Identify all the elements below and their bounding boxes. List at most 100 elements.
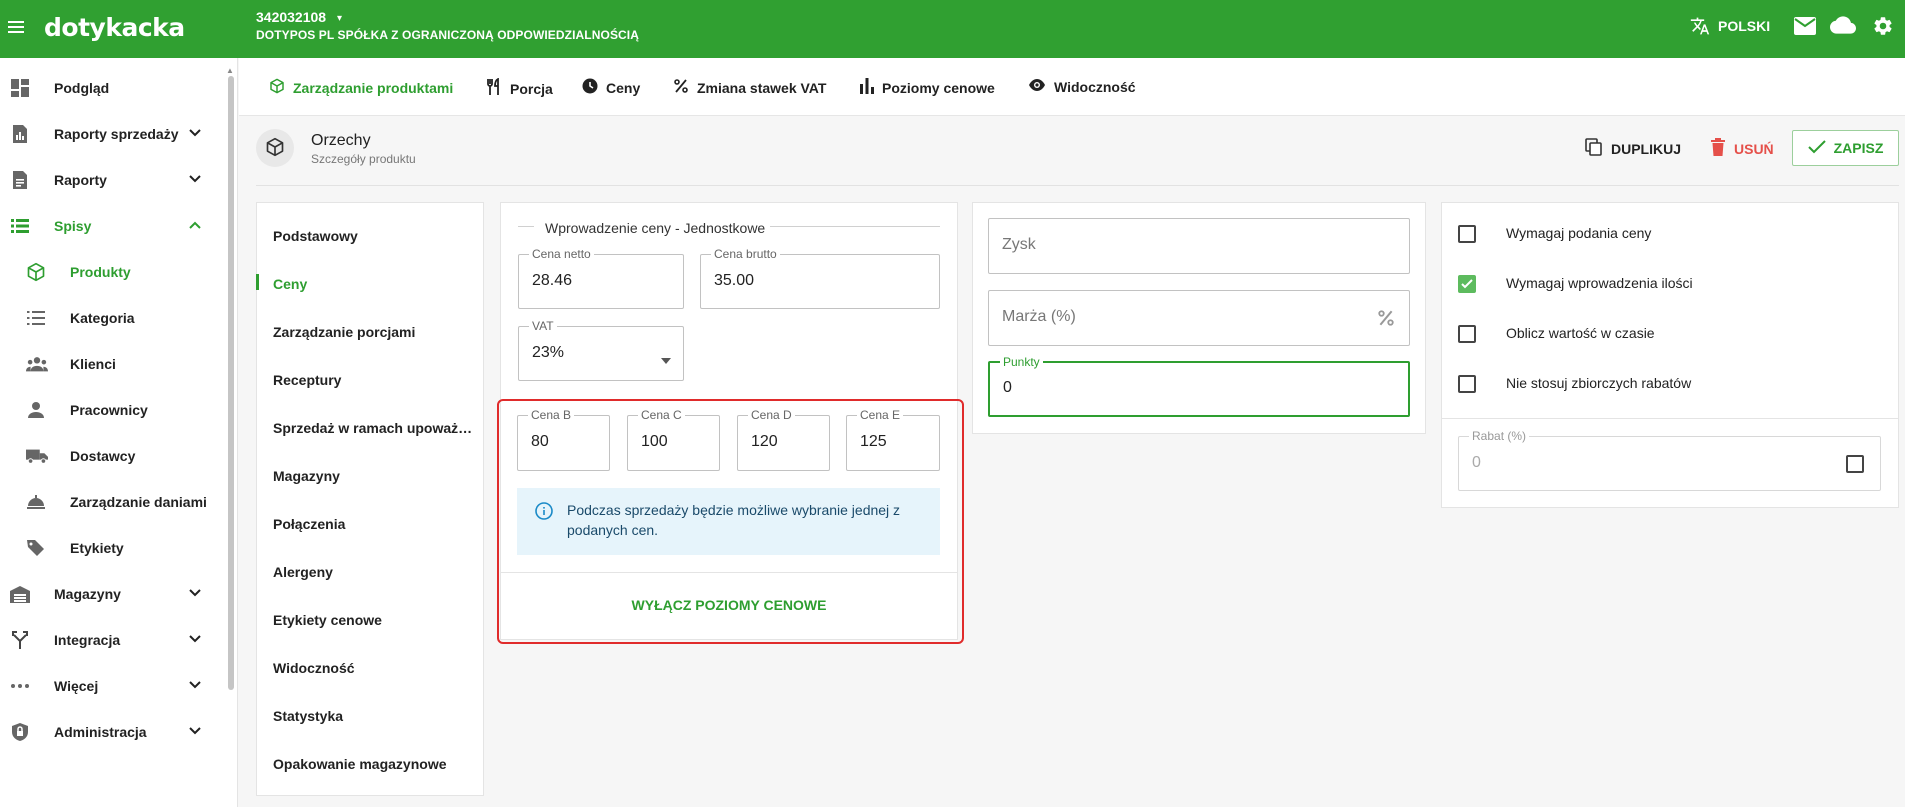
subnav-item-alergeny[interactable]: Alergeny [273, 564, 333, 580]
require-price-checkbox[interactable] [1458, 225, 1476, 243]
subnav-item-ceny[interactable]: Ceny [273, 276, 307, 292]
eye-icon [1028, 78, 1046, 95]
sidebar-item-podglad[interactable]: Podgląd [0, 65, 230, 111]
sidebar-item-pracownicy[interactable]: Pracownicy [0, 387, 230, 433]
tab-zmiana-stawek-vat[interactable]: Zmiana stawek VAT [673, 78, 826, 97]
sales-report-icon [10, 124, 30, 144]
punkty-value: 0 [1003, 379, 1012, 396]
translate-icon[interactable] [1690, 16, 1710, 36]
marza-placeholder: Marża (%) [1002, 308, 1076, 325]
gross-price-value: 35.00 [714, 272, 755, 289]
sidebar-item-klienci[interactable]: Klienci [0, 341, 230, 387]
sidebar-item-dostawcy[interactable]: Dostawcy [0, 433, 230, 479]
punkty-label: Punkty [1000, 355, 1043, 369]
chevron-up-icon [188, 218, 202, 232]
sidebar-item-magazyny[interactable]: Magazyny [0, 571, 230, 617]
company-name: DOTYPOS PL SPÓŁKA Z OGRANICZONĄ ODPOWIED… [256, 28, 640, 42]
account-dropdown-icon[interactable]: ▾ [337, 13, 342, 24]
sidebar-item-label: Administracja [54, 724, 147, 740]
marza-field[interactable]: Marża (%) [988, 290, 1410, 346]
subnav-item-opakowanie[interactable]: Opakowanie magazynowe [273, 756, 447, 772]
subnav-item-widocznosc[interactable]: Widoczność [273, 660, 355, 676]
cube-icon [265, 137, 285, 160]
sidebar-item-raporty[interactable]: Raporty [0, 157, 230, 203]
section-title-line [770, 226, 940, 227]
vat-label: VAT [529, 319, 557, 333]
top-bar: dotykacka 342032108 ▾ DOTYPOS PL SPÓŁKA … [0, 0, 1905, 58]
chevron-down-icon [188, 632, 202, 646]
settings-gear-icon[interactable] [1872, 15, 1894, 37]
tab-ceny[interactable]: Ceny [582, 78, 640, 97]
tag-icon [26, 538, 46, 558]
calculate-over-time-checkbox[interactable] [1458, 325, 1476, 343]
logo[interactable]: dotykacka [44, 13, 185, 42]
delete-label: USUŃ [1734, 140, 1774, 157]
sidebar-item-integracja[interactable]: Integracja [0, 617, 230, 663]
net-price-label: Cena netto [529, 247, 594, 261]
zysk-field[interactable]: Zysk [988, 218, 1410, 274]
account-id[interactable]: 342032108 [256, 9, 326, 25]
sidebar-item-kategoria[interactable]: Kategoria [0, 295, 230, 341]
tab-porcja[interactable]: Porcja [486, 77, 553, 99]
subnav-item-receptury[interactable]: Receptury [273, 372, 341, 388]
subnav-item-etykiety-cenowe[interactable]: Etykiety cenowe [273, 612, 382, 628]
header-divider [256, 185, 1899, 186]
category-list-icon [26, 308, 46, 328]
require-price-label: Wymagaj podania ceny [1506, 225, 1652, 241]
mail-icon[interactable] [1794, 17, 1816, 35]
tab-zarzadzanie-produktami[interactable]: Zarządzanie produktami [269, 78, 453, 97]
save-button[interactable]: ZAPISZ [1792, 130, 1899, 166]
percent-icon [673, 78, 689, 97]
subnav-item-magazyny[interactable]: Magazyny [273, 468, 340, 484]
tab-label: Zarządzanie produktami [293, 79, 454, 96]
language-selector[interactable]: POLSKI [1718, 18, 1770, 34]
sidebar-item-produkty[interactable]: Produkty [0, 249, 230, 295]
sidebar-item-wiecej[interactable]: Więcej [0, 663, 230, 709]
require-quantity-checkbox[interactable] [1458, 275, 1476, 293]
subnav-item-zarzadzanie-porcjami[interactable]: Zarządzanie porcjami [273, 324, 415, 340]
gross-price-field[interactable]: Cena brutto 35.00 [700, 247, 940, 309]
tab-poziomy-cenowe[interactable]: Poziomy cenowe [860, 78, 995, 97]
delete-button[interactable]: USUŃ [1710, 138, 1774, 159]
tab-label: Zmiana stawek VAT [697, 79, 827, 96]
sidebar-item-zarzadzanie-daniami[interactable]: Zarządzanie daniami [0, 479, 230, 525]
subnav-item-sprzedaz[interactable]: Sprzedaż w ramach upoważ… [273, 420, 472, 436]
vat-select[interactable]: VAT 23% [518, 319, 684, 381]
no-bulk-discounts-checkbox[interactable] [1458, 375, 1476, 393]
sidebar-item-administracja[interactable]: Administracja [0, 709, 230, 755]
sidebar-item-raporty-sprzedazy[interactable]: Raporty sprzedaży [0, 111, 230, 157]
tab-widocznosc[interactable]: Widoczność [1028, 78, 1136, 95]
people-icon [26, 354, 48, 374]
document-icon [10, 170, 30, 190]
no-bulk-discounts-label: Nie stosuj zbiorczych rabatów [1506, 375, 1692, 391]
duplicate-button[interactable]: DUPLIKUJ [1585, 138, 1681, 159]
scroll-up-arrow-icon[interactable]: ▲ [226, 66, 234, 75]
shield-lock-icon [10, 722, 30, 742]
sidebar-item-label: Pracownicy [70, 402, 148, 418]
warehouse-icon [10, 584, 30, 604]
sidebar-item-label: Spisy [54, 218, 92, 234]
subnav-item-statystyka[interactable]: Statystyka [273, 708, 343, 724]
subnav-item-podstawowy[interactable]: Podstawowy [273, 228, 358, 244]
hamburger-menu-icon[interactable] [8, 18, 26, 36]
chevron-down-icon [188, 586, 202, 600]
dropdown-arrow-icon [661, 351, 671, 367]
subnav-item-polaczenia[interactable]: Połączenia [273, 516, 345, 532]
sidebar-item-label: Klienci [70, 356, 116, 372]
sidebar-item-spisy[interactable]: Spisy [0, 203, 230, 249]
chevron-down-icon [188, 126, 202, 140]
rabat-value: 0 [1472, 454, 1481, 471]
punkty-field[interactable]: Punkty 0 [988, 355, 1410, 417]
rabat-checkbox[interactable] [1846, 455, 1864, 473]
zysk-placeholder: Zysk [1002, 236, 1036, 253]
sidebar-item-label: Magazyny [54, 586, 121, 602]
product-avatar [256, 129, 294, 167]
sidebar: Podgląd Raporty sprzedaży Raporty Spisy … [0, 58, 238, 807]
chevron-down-icon [188, 724, 202, 738]
sidebar-item-etykiety[interactable]: Etykiety [0, 525, 230, 571]
cloud-icon[interactable] [1830, 15, 1856, 35]
rabat-field[interactable]: Rabat (%) 0 [1458, 429, 1881, 491]
truck-icon [26, 446, 48, 466]
net-price-field[interactable]: Cena netto 28.46 [518, 247, 684, 309]
sidebar-scrollbar[interactable] [228, 76, 234, 690]
